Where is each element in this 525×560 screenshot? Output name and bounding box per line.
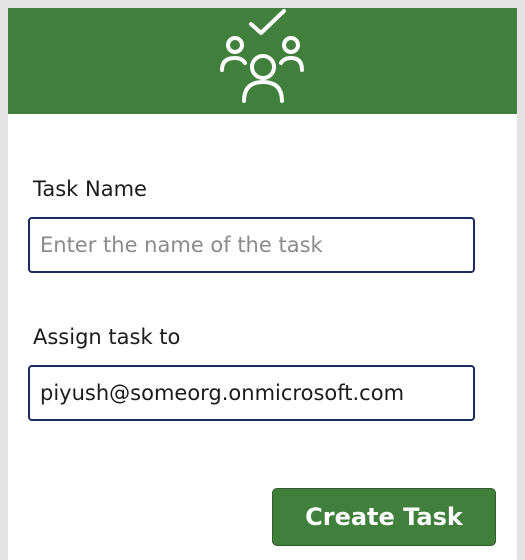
header-banner — [8, 8, 517, 114]
task-form-card: Task Name Assign task to Create Task — [8, 8, 517, 560]
team-checkmark-icon — [220, 9, 304, 103]
assign-task-input[interactable] — [28, 365, 475, 421]
task-name-label: Task Name — [33, 177, 147, 201]
create-task-button[interactable]: Create Task — [272, 488, 496, 546]
assign-task-label: Assign task to — [33, 325, 181, 349]
task-name-input[interactable] — [28, 217, 475, 273]
